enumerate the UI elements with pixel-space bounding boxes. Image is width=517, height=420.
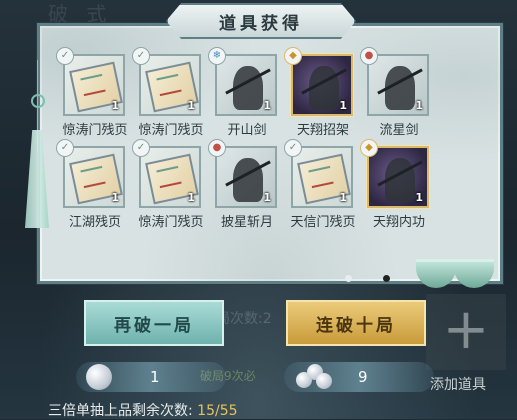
item-card: 1 (215, 146, 277, 208)
bonus-remaining-value: 15/55 (197, 403, 238, 419)
reward-item[interactable]: 1 ✓ 江湖残页 (56, 139, 130, 235)
item-name: 惊涛门残页 (138, 123, 204, 138)
add-item-label[interactable]: 添加道具 (430, 374, 486, 394)
item-name: 惊涛门残页 (138, 215, 204, 230)
item-card: 1 (139, 146, 201, 208)
reward-item[interactable]: 1 ❄ 开山剑 (208, 47, 282, 143)
dialog-title: 道具获得 (219, 13, 303, 34)
item-name: 开山剑 (227, 123, 267, 138)
item-count: 1 (111, 191, 119, 204)
background-hint: 破局9次必 (200, 369, 256, 383)
reward-item[interactable]: 1 ✓ 惊涛门残页 (56, 47, 130, 143)
rarity-badge-icon: ❄ (208, 47, 226, 65)
item-count: 1 (187, 191, 195, 204)
item-name: 流星剑 (379, 123, 419, 138)
bonus-remaining: 三倍单抽上品剩余次数: 15/55 (48, 400, 238, 420)
item-card: 1 (291, 54, 353, 116)
go-stone-black (383, 275, 390, 282)
item-card: 1 (367, 146, 429, 208)
background-draw-count: 局次数:2 (216, 311, 272, 327)
item-card: 1 (215, 54, 277, 116)
item-count: 1 (339, 191, 347, 204)
item-count: 1 (263, 99, 271, 112)
item-count: 1 (415, 191, 423, 204)
reward-item[interactable]: 1 ◆ 天翔招架 (284, 47, 358, 143)
item-count: 1 (263, 191, 271, 204)
reward-item[interactable]: 1 ✓ 天信门残页 (284, 139, 358, 235)
item-card: 1 (291, 146, 353, 208)
item-name: 惊涛门残页 (62, 123, 128, 138)
item-name: 天翔招架 (296, 123, 349, 138)
draw-once-button[interactable]: 再破一局 (84, 300, 224, 346)
rarity-badge-icon: ✓ (132, 139, 150, 157)
rarity-badge-icon: ◆ (360, 139, 378, 157)
item-name: 天翔内功 (372, 215, 425, 230)
tassel-ring (31, 94, 45, 108)
rarity-badge-icon: ◆ (284, 47, 302, 65)
item-name: 披星斩月 (220, 215, 273, 230)
item-name: 天信门残页 (290, 215, 356, 230)
reward-item[interactable]: 1 ✓ 惊涛门残页 (132, 47, 206, 143)
item-count: 1 (187, 99, 195, 112)
item-name: 江湖残页 (68, 215, 121, 230)
ten-cost: 9 (358, 368, 368, 386)
rarity-badge-icon: ✓ (56, 139, 74, 157)
rarity-badge-icon: ✓ (284, 139, 302, 157)
rarity-badge-icon: ● (360, 47, 378, 65)
dialog-title-banner: 道具获得 (166, 3, 356, 39)
item-card: 1 (139, 54, 201, 116)
go-stone-white (345, 275, 352, 282)
reward-item[interactable]: 1 ✓ 惊涛门残页 (132, 139, 206, 235)
pearls-icon-c (316, 373, 332, 389)
rarity-badge-icon: ● (208, 139, 226, 157)
pearl-icon (86, 364, 112, 390)
item-card: 1 (63, 54, 125, 116)
rarity-badge-icon: ✓ (132, 47, 150, 65)
item-count: 1 (415, 99, 423, 112)
item-card: 1 (367, 54, 429, 116)
draw-ten-button[interactable]: 连破十局 (286, 300, 426, 346)
single-cost: 1 (150, 368, 160, 386)
item-count: 1 (111, 99, 119, 112)
rarity-badge-icon: ✓ (56, 47, 74, 65)
reward-item[interactable]: 1 ● 披星斩月 (208, 139, 282, 235)
bonus-remaining-label: 三倍单抽上品剩余次数: (48, 403, 193, 419)
item-card: 1 (63, 146, 125, 208)
add-item-plus-icon[interactable]: + (426, 294, 506, 370)
reward-item[interactable]: 1 ● 流星剑 (360, 47, 434, 143)
reward-item[interactable]: 1 ◆ 天翔内功 (360, 139, 434, 235)
item-count: 1 (339, 99, 347, 112)
